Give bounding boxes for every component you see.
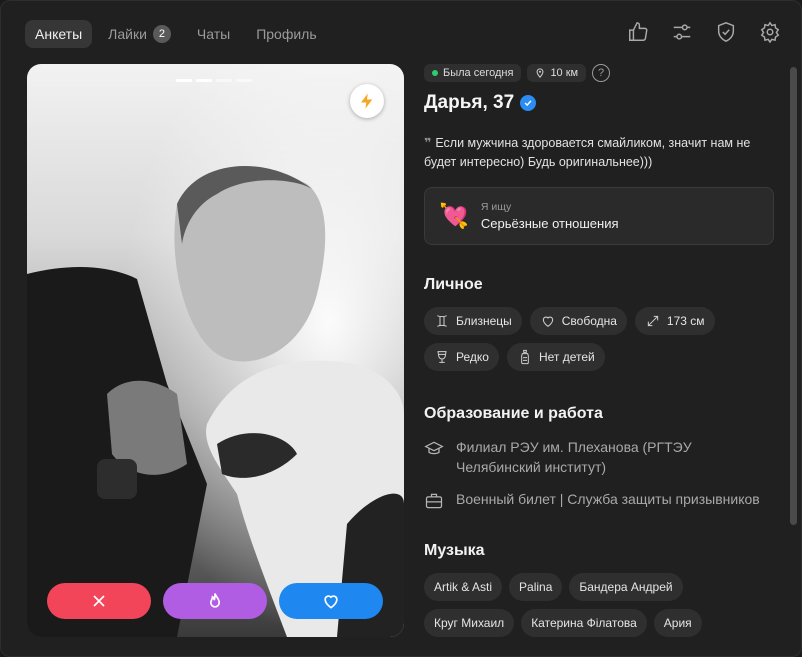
education-section: Образование и работа Филиал РЭУ им. Плех…: [424, 405, 774, 511]
online-status: Была сегодня: [424, 64, 522, 82]
profile-photo[interactable]: [27, 64, 404, 637]
music-chip: Artik & Asti: [424, 573, 503, 601]
thumbs-up-icon[interactable]: [627, 21, 649, 48]
height-arrows-icon: [647, 315, 659, 327]
sliders-icon[interactable]: [671, 21, 693, 48]
like-button[interactable]: [279, 583, 383, 619]
likes-count-badge: 2: [152, 25, 171, 43]
top-nav: Анкеты Лайки 2 Чаты Профиль: [25, 19, 781, 49]
heart-icon: [324, 595, 338, 609]
shield-check-icon[interactable]: [715, 21, 737, 48]
music-section: Музыка Artik & Asti Palina Бандера Андре…: [424, 542, 774, 637]
wine-glass-icon: [437, 351, 447, 363]
graduation-cap-icon: [424, 441, 444, 455]
chip-zodiac: Близнецы: [424, 307, 522, 335]
music-chip: Круг Михаил: [424, 609, 515, 637]
photo-pagination: [176, 79, 252, 82]
distance-chip: 10 км: [527, 64, 587, 82]
scrollbar[interactable]: [790, 67, 797, 525]
tab-my-profile[interactable]: Профиль: [246, 20, 326, 48]
flame-icon: [209, 593, 221, 608]
looking-for-card: 💘 Я ищу Серьёзные отношения: [424, 187, 774, 245]
gemini-icon: [437, 315, 447, 327]
music-chip: Ария: [653, 609, 702, 637]
gear-icon[interactable]: [759, 21, 781, 48]
personal-section: Личное Близнецы Свободна 173 см Редко Не…: [424, 276, 774, 371]
tab-chats[interactable]: Чаты: [187, 20, 240, 48]
chip-children: Нет детей: [506, 343, 605, 371]
education-item: Филиал РЭУ им. Плеханова (РГТЭУ Челябинс…: [424, 437, 774, 477]
profile-name: Дарья, 37: [424, 92, 774, 114]
app-window: Анкеты Лайки 2 Чаты Профиль Была сегодня…: [0, 0, 802, 657]
online-dot: [432, 70, 438, 76]
superlike-button[interactable]: [163, 583, 267, 619]
tab-likes[interactable]: Лайки 2: [98, 19, 181, 49]
location-pin-icon: [536, 68, 544, 78]
briefcase-icon: [425, 493, 443, 509]
tab-profiles[interactable]: Анкеты: [25, 20, 93, 48]
help-icon[interactable]: ?: [592, 64, 611, 82]
music-chip: Катерина Філатова: [521, 609, 647, 637]
boost-button[interactable]: [350, 84, 384, 118]
chip-relationship: Свободна: [529, 307, 627, 335]
dislike-button[interactable]: [47, 583, 151, 619]
heart-outline-icon: [542, 316, 553, 327]
quote-icon: ❞: [424, 136, 432, 150]
heart-arrow-icon: 💘: [439, 202, 469, 230]
music-chip: Palina: [509, 573, 563, 601]
music-chip: Бандера Андрей: [569, 573, 683, 601]
chip-alcohol: Редко: [424, 343, 499, 371]
work-item: Военный билет | Служба защиты призывнико…: [424, 489, 774, 511]
close-icon: [93, 595, 105, 607]
lightning-icon: [361, 93, 373, 109]
photo-image: [27, 64, 404, 637]
verified-icon: [520, 95, 537, 111]
chip-height: 173 см: [634, 307, 715, 335]
profile-bio: ❞ Если мужчина здоровается смайликом, зна…: [424, 136, 751, 169]
baby-bottle-icon: [521, 349, 529, 365]
profile-info: Была сегодня 10 км ? Дарья, 37 ❞ Если муж…: [424, 64, 774, 637]
